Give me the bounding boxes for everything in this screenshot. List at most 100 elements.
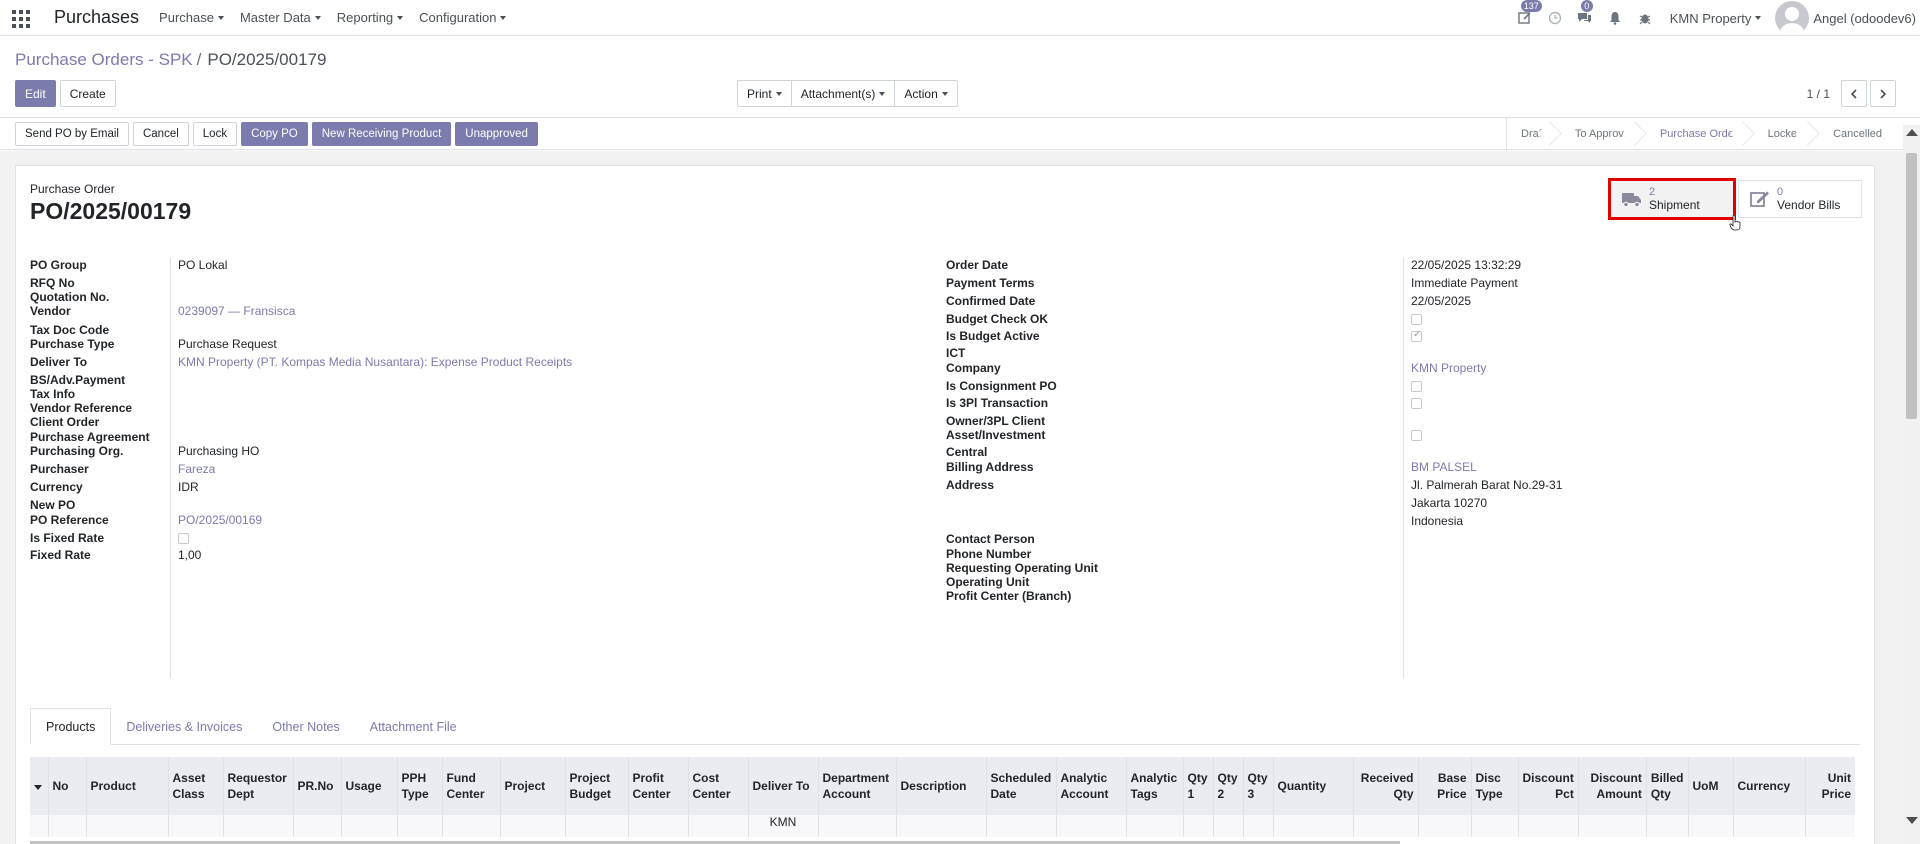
is-consignment-po-checkbox[interactable] — [1411, 381, 1422, 392]
caret-down-icon — [1755, 16, 1762, 20]
col-qty-3[interactable]: Qty 3 — [1242, 757, 1273, 815]
breadcrumb-parent[interactable]: Purchase Orders - SPK — [15, 50, 193, 70]
status-step-locked[interactable]: Locked — [1748, 118, 1813, 150]
billing-address-link[interactable]: BM PALSEL — [1411, 460, 1477, 474]
col-analytic-account[interactable]: Analytic Account — [1055, 757, 1126, 815]
unapproved-button[interactable]: Unapproved — [455, 121, 538, 146]
tax-doc-code-label: Tax Doc Code — [30, 323, 110, 337]
vendor-bills-smart-button[interactable]: 0 Vendor Bills — [1738, 180, 1862, 218]
purchaser-link[interactable]: Fareza — [178, 462, 215, 476]
col-currency[interactable]: Currency — [1732, 757, 1806, 815]
col-unit-price[interactable]: Unit Price — [1804, 757, 1856, 815]
budget-check-ok-checkbox[interactable] — [1411, 314, 1422, 325]
col-disc-type[interactable]: Disc Type — [1470, 757, 1518, 815]
bug-icon[interactable] — [1637, 10, 1653, 26]
menu-purchase[interactable]: Purchase — [159, 10, 224, 25]
col-requestor-dept[interactable]: Requestor Dept — [222, 757, 293, 815]
company-switcher[interactable]: KMN Property — [1670, 11, 1762, 26]
tab-attachment-file[interactable]: Attachment File — [355, 708, 472, 745]
is-budget-active-label: Is Budget Active — [946, 329, 1040, 343]
asset-investment-checkbox[interactable] — [1411, 430, 1422, 441]
col-qty-1[interactable]: Qty 1 — [1182, 757, 1213, 815]
col-scheduled-date[interactable]: Scheduled Date — [985, 757, 1056, 815]
breadcrumb: Purchase Orders - SPK / PO/2025/00179 — [15, 50, 326, 70]
is-3pl-transaction-checkbox[interactable] — [1411, 398, 1422, 409]
messages-icon[interactable]: 0 — [1577, 0, 1593, 26]
col-department-account[interactable]: Department Account — [817, 757, 896, 815]
scroll-up-arrow-icon[interactable] — [1906, 129, 1918, 136]
col-usage[interactable]: Usage — [340, 757, 397, 815]
asset-investment-label: Asset/Investment — [946, 428, 1046, 442]
create-button[interactable]: Create — [59, 80, 116, 107]
col-description[interactable]: Description — [895, 757, 986, 815]
col-pph-type[interactable]: PPH Type — [396, 757, 442, 815]
status-step-purchase-order[interactable]: Purchase Order — [1640, 118, 1748, 150]
activity-edit-icon[interactable]: 137 — [1517, 0, 1542, 26]
is-fixed-rate-label: Is Fixed Rate — [30, 531, 105, 545]
col-billed-qty[interactable]: Billed Qty — [1645, 757, 1689, 815]
lock-button[interactable]: Lock — [192, 121, 238, 146]
new-po-label: New PO — [30, 498, 76, 512]
col-profit-center[interactable]: Profit Center — [627, 757, 688, 815]
pager-previous-button[interactable] — [1841, 80, 1867, 107]
col-analytic-tags[interactable]: Analytic Tags — [1125, 757, 1183, 815]
deliver-to-link[interactable]: KMN Property (PT. Kompas Media Nusantara… — [178, 355, 572, 369]
scrollbar-thumb[interactable] — [1906, 153, 1917, 419]
col-fund-center[interactable]: Fund Center — [441, 757, 500, 815]
col-asset-class[interactable]: Asset Class — [167, 757, 223, 815]
app-name[interactable]: Purchases — [54, 7, 139, 28]
is-fixed-rate-checkbox[interactable] — [178, 533, 189, 544]
col-discount-pct[interactable]: Discount Pct — [1517, 757, 1579, 815]
bs-adv-payment-label: BS/Adv.Payment — [30, 373, 126, 387]
tab-products[interactable]: Products — [30, 708, 112, 745]
col-pr-no[interactable]: PR.No — [292, 757, 341, 815]
new-receiving-product-button[interactable]: New Receiving Product — [311, 121, 452, 146]
purchase-type-label: Purchase Type — [30, 337, 115, 351]
action-dropdown[interactable]: Action — [894, 80, 958, 107]
col-product[interactable]: Product — [85, 757, 168, 815]
col-deliver-to[interactable]: Deliver To — [747, 757, 818, 815]
col-project[interactable]: Project — [499, 757, 565, 815]
pager-next-button[interactable] — [1870, 80, 1896, 107]
cancel-button[interactable]: Cancel — [132, 121, 189, 146]
table-row[interactable]: KMN — [30, 815, 1856, 837]
col-cost-center[interactable]: Cost Center — [687, 757, 748, 815]
vertical-scrollbar[interactable] — [1903, 125, 1920, 844]
print-dropdown[interactable]: Print — [737, 80, 792, 107]
col-qty-2[interactable]: Qty 2 — [1212, 757, 1243, 815]
send-po-by-email-button[interactable]: Send PO by Email — [15, 121, 129, 146]
po-reference-link[interactable]: PO/2025/00169 — [178, 513, 262, 527]
status-step-draft[interactable]: Draft — [1507, 118, 1555, 150]
clock-icon[interactable] — [1547, 10, 1563, 26]
tab-other-notes[interactable]: Other Notes — [257, 708, 354, 745]
vendor-link[interactable]: 0239097 — Fransisca — [178, 304, 295, 318]
menu-reporting[interactable]: Reporting — [337, 10, 404, 25]
col-received-qty[interactable]: Received Qty — [1352, 757, 1418, 815]
menu-master-data[interactable]: Master Data — [240, 10, 321, 25]
pager-value[interactable]: 1 / 1 — [1807, 87, 1830, 101]
avatar[interactable] — [1775, 1, 1810, 35]
status-step-to-approve[interactable]: To Approve — [1555, 118, 1640, 150]
col-no[interactable]: No — [47, 757, 86, 815]
col-uom[interactable]: UoM — [1687, 757, 1734, 815]
company-link[interactable]: KMN Property — [1411, 361, 1486, 375]
apps-menu-icon[interactable] — [12, 8, 32, 28]
caret-down-icon — [397, 15, 404, 20]
scroll-down-arrow-icon[interactable] — [1906, 817, 1918, 824]
col-base-price[interactable]: Base Price — [1417, 757, 1471, 815]
copy-po-button[interactable]: Copy PO — [241, 121, 308, 146]
tab-deliveries-invoices[interactable]: Deliveries & Invoices — [111, 708, 257, 745]
status-step-cancelled[interactable]: Cancelled — [1813, 118, 1892, 150]
col-discount-amount[interactable]: Discount Amount — [1577, 757, 1647, 815]
shipment-smart-button[interactable]: 2 Shipment — [1608, 178, 1741, 231]
bell-icon[interactable] — [1607, 10, 1623, 26]
menu-configuration[interactable]: Configuration — [419, 10, 507, 25]
attachments-dropdown[interactable]: Attachment(s) — [790, 80, 896, 107]
edit-button[interactable]: Edit — [15, 80, 56, 107]
is-budget-active-checkbox[interactable] — [1411, 329, 1422, 342]
user-name[interactable]: Angel (odoodev6) — [1813, 11, 1916, 26]
collapse-column[interactable] — [30, 757, 48, 815]
payment-terms-label: Payment Terms — [946, 276, 1035, 290]
col-project-budget[interactable]: Project Budget — [564, 757, 628, 815]
col-quantity[interactable]: Quantity — [1272, 757, 1353, 815]
